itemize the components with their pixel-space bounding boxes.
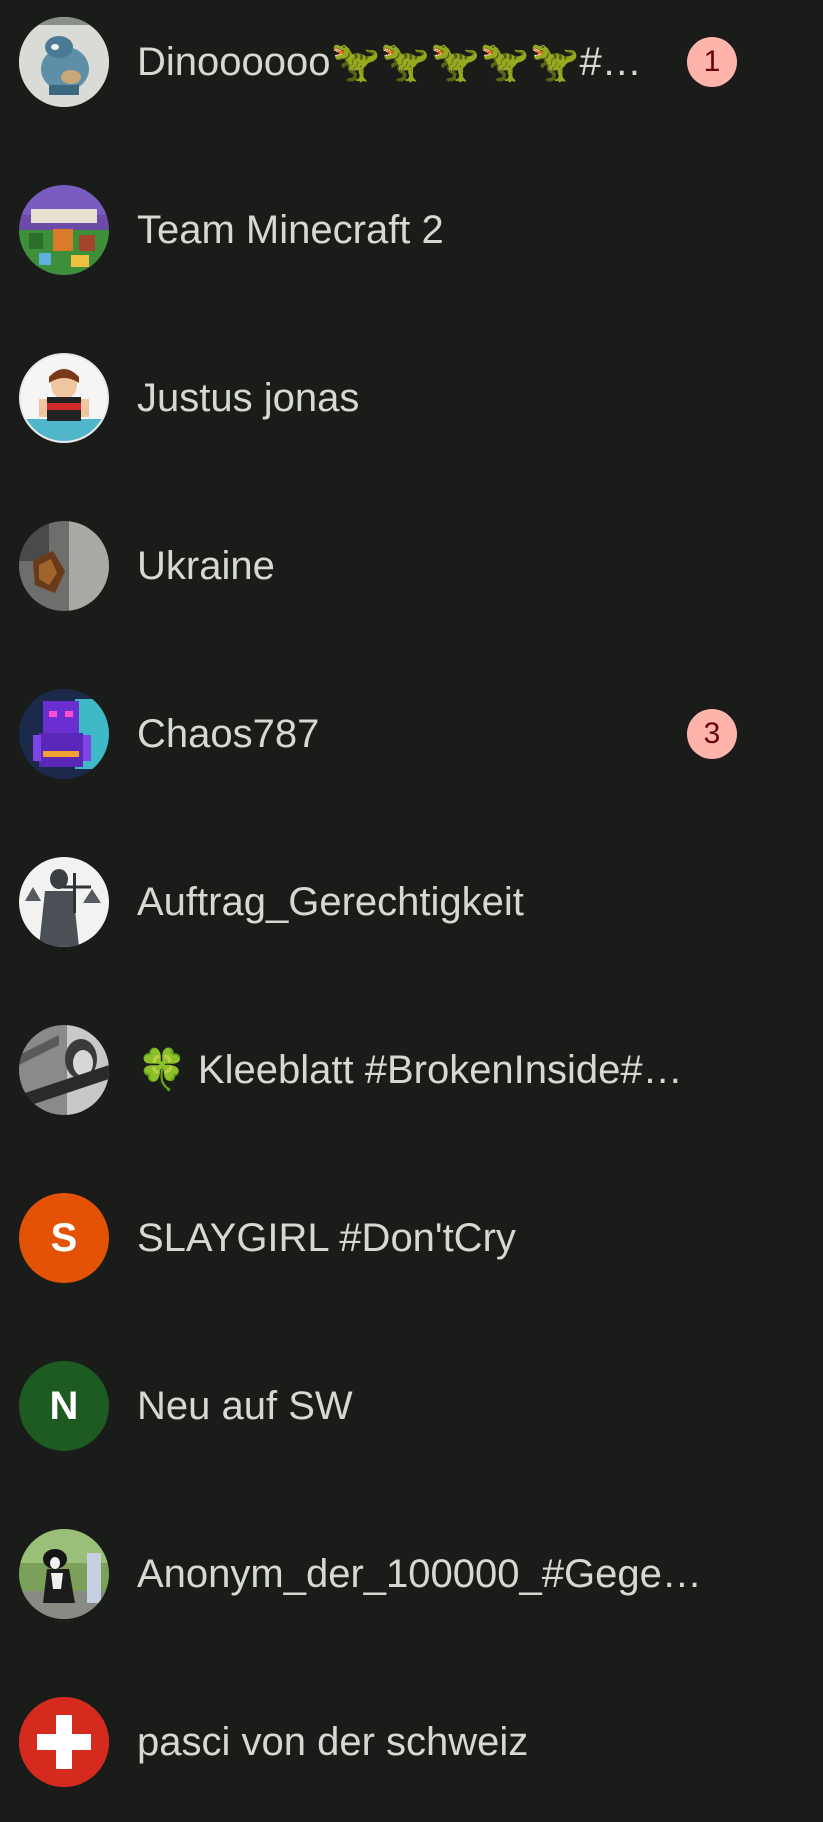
chat-name: pasci von der schweiz — [137, 1720, 529, 1764]
dog-photo-icon — [19, 1529, 109, 1619]
chat-name: Justus jonas — [137, 376, 360, 420]
avatar: S — [19, 1193, 109, 1283]
chat-row-ukraine[interactable]: Ukraine — [0, 506, 823, 626]
chat-row-dinoooooo[interactable]: Dinoooooo🦖🦖🦖🦖🦖#… 1 — [0, 2, 823, 122]
chat-row-chaos787[interactable]: Chaos787 3 — [0, 674, 823, 794]
character-photo-icon — [21, 355, 107, 441]
dino-photo-icon — [19, 17, 109, 107]
chat-name: Anonym_der_100000_#Gege… — [137, 1552, 702, 1596]
grayscale-photo-icon — [19, 1025, 109, 1115]
justice-statue-photo-icon — [19, 857, 109, 947]
chat-row-neu-auf-sw[interactable]: N Neu auf SW — [0, 1346, 823, 1466]
minecraft-photo-icon — [19, 185, 109, 275]
chat-name: SLAYGIRL #Don'tCry — [137, 1216, 516, 1260]
avatar — [19, 1697, 109, 1787]
avatar — [19, 1529, 109, 1619]
chat-row-slaygirl[interactable]: S SLAYGIRL #Don'tCry — [0, 1178, 823, 1298]
chat-name: 🍀 Kleeblatt #BrokenInside#… — [137, 1048, 683, 1092]
chat-name: Chaos787 — [137, 712, 320, 756]
avatar — [19, 1025, 109, 1115]
avatar — [19, 521, 109, 611]
avatar — [19, 857, 109, 947]
avatar-initial: N — [49, 1383, 79, 1428]
avatar — [19, 185, 109, 275]
chat-name: Auftrag_Gerechtigkeit — [137, 880, 524, 924]
avatar — [19, 689, 109, 779]
chat-name: Team Minecraft 2 — [137, 208, 444, 252]
chat-row-anonym[interactable]: Anonym_der_100000_#Gege… — [0, 1514, 823, 1634]
avatar-initial: S — [50, 1215, 78, 1260]
dark-photo-icon — [19, 521, 109, 611]
unread-badge: 3 — [687, 709, 737, 759]
avatar — [19, 353, 109, 443]
chat-row-justus-jonas[interactable]: Justus jonas — [0, 338, 823, 458]
chat-row-kleeblatt[interactable]: 🍀 Kleeblatt #BrokenInside#… — [0, 1010, 823, 1130]
purple-skin-photo-icon — [19, 689, 109, 779]
chat-name: Ukraine — [137, 544, 275, 588]
unread-badge: 1 — [687, 37, 737, 87]
chat-row-auftrag-gerechtigkeit[interactable]: Auftrag_Gerechtigkeit — [0, 842, 823, 962]
chat-row-team-minecraft-2[interactable]: Team Minecraft 2 — [0, 170, 823, 290]
chat-name: Neu auf SW — [137, 1384, 353, 1428]
swiss-flag-icon — [19, 1697, 109, 1787]
chat-row-pasci[interactable]: pasci von der schweiz — [0, 1682, 823, 1802]
avatar: N — [19, 1361, 109, 1451]
chat-name: Dinoooooo🦖🦖🦖🦖🦖#… — [137, 40, 642, 84]
avatar — [19, 17, 109, 107]
